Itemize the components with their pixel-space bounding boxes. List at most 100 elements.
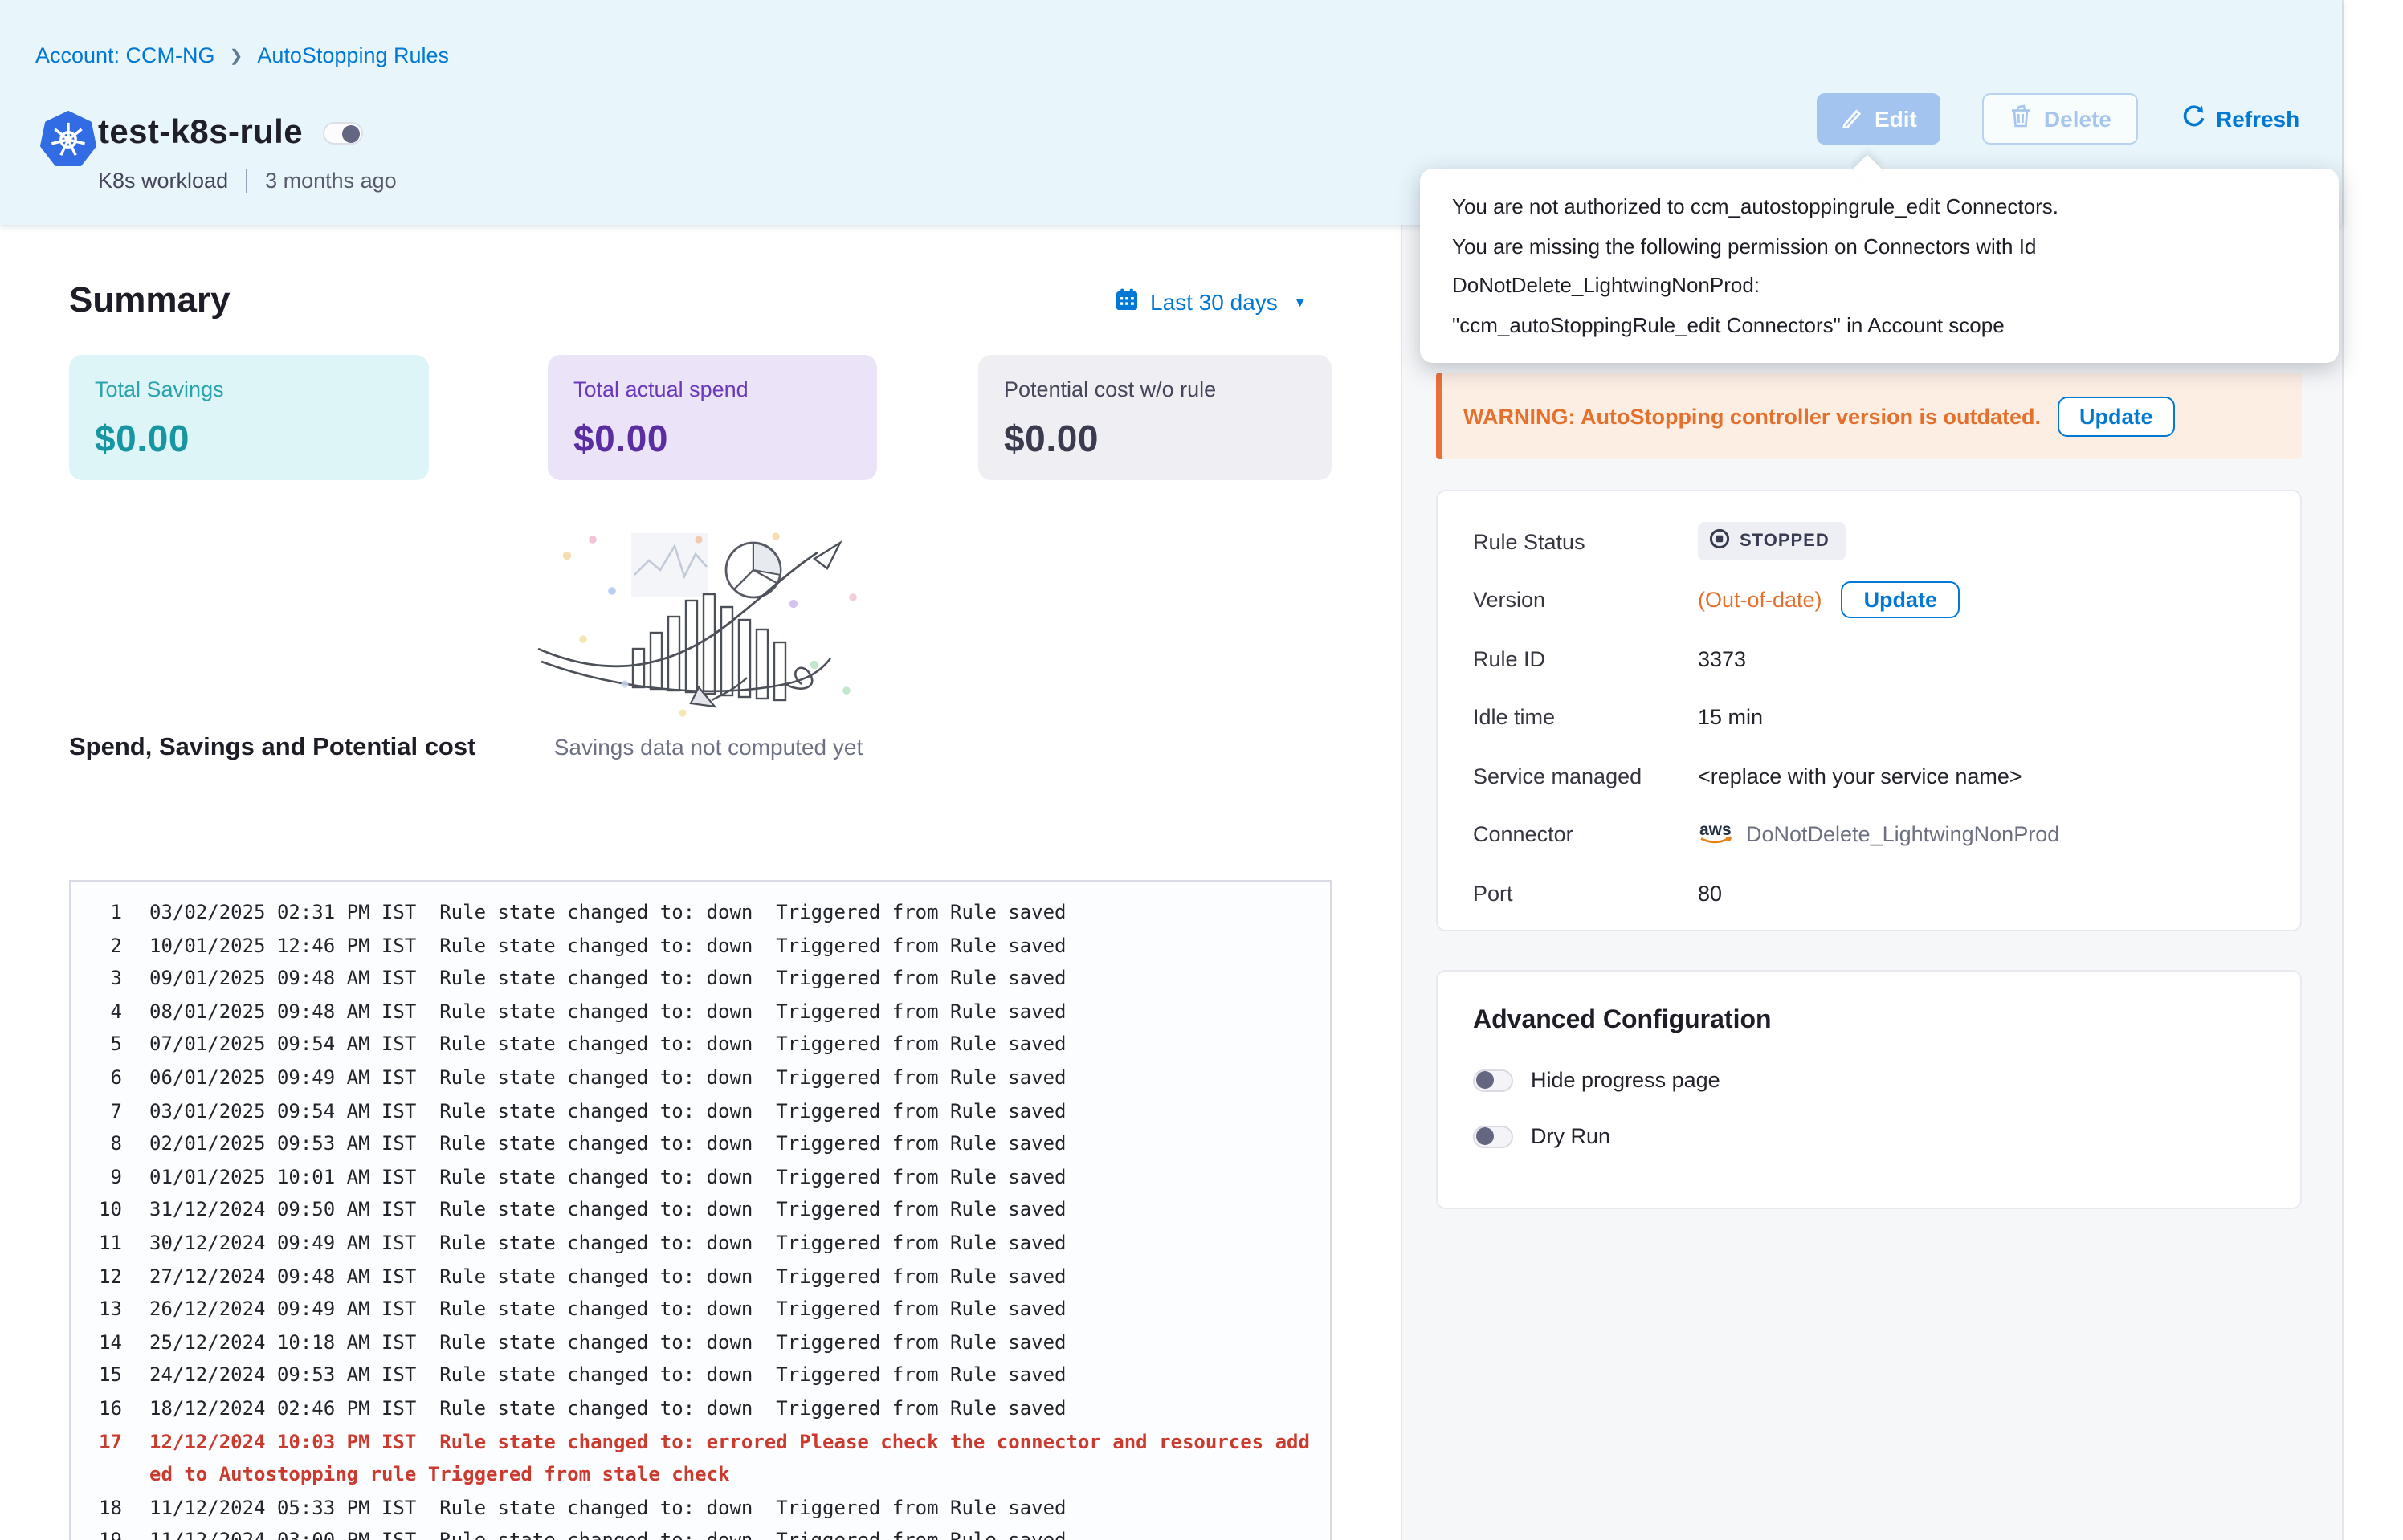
card-label: Potential cost w/o rule — [1004, 377, 1306, 401]
idle-time-value: 15 min — [1698, 705, 1763, 729]
toggle-hide-progress-page[interactable]: Hide progress page — [1473, 1068, 2265, 1092]
divider — [246, 169, 247, 193]
log-line-number: 8 — [87, 1127, 122, 1160]
toggle-dry-run[interactable]: Dry Run — [1473, 1124, 2265, 1148]
log-row: 18 11/12/2024 05:33 PM IST Rule state ch… — [87, 1491, 1311, 1524]
summary-heading: Summary — [69, 279, 231, 321]
page-title: test-k8s-rule — [98, 114, 303, 153]
refresh-button[interactable]: Refresh — [2182, 104, 2299, 133]
log-row: 7 03/01/2025 09:54 AM IST Rule state cha… — [87, 1094, 1311, 1127]
chevron-down-icon: ▼ — [1294, 295, 1307, 309]
log-line-number: 18 — [87, 1491, 122, 1524]
log-line-number: 16 — [87, 1392, 122, 1425]
log-row: 13 26/12/2024 09:49 AM IST Rule state ch… — [87, 1293, 1311, 1326]
log-line-number: 4 — [87, 996, 122, 1029]
tooltip-line: You are not authorized to ccm_autostoppi… — [1452, 188, 2307, 227]
log-row: 10 31/12/2024 09:50 AM IST Rule state ch… — [87, 1194, 1311, 1227]
refresh-icon — [2182, 104, 2206, 133]
service-managed-label: Service managed — [1473, 764, 1698, 788]
toggle-label: Hide progress page — [1531, 1068, 1720, 1092]
card-label: Total actual spend — [573, 377, 851, 401]
toggle-switch[interactable] — [1473, 1125, 1513, 1147]
card-potential-cost: Potential cost w/o rule $0.00 — [978, 355, 1332, 480]
date-range-label: Last 30 days — [1150, 289, 1278, 315]
log-viewer[interactable]: 1 03/02/2025 02:31 PM IST Rule state cha… — [69, 880, 1332, 1540]
log-line-text: 31/12/2024 09:50 AM IST Rule state chang… — [149, 1194, 1311, 1227]
card-total-savings: Total Savings $0.00 — [69, 355, 429, 480]
breadcrumb-autostopping-link[interactable]: AutoStopping Rules — [257, 43, 449, 67]
card-value: $0.00 — [95, 418, 403, 461]
log-line-text: 25/12/2024 10:18 AM IST Rule state chang… — [149, 1326, 1311, 1359]
log-line-number: 1 — [87, 896, 122, 929]
savings-empty-state: Savings data not computed yet — [508, 527, 909, 760]
warning-update-button[interactable]: Update — [2057, 396, 2176, 436]
toggle-switch[interactable] — [1473, 1069, 1513, 1091]
log-line-text: 24/12/2024 09:53 AM IST Rule state chang… — [149, 1359, 1311, 1392]
empty-chart-illustration — [532, 527, 885, 731]
rule-id-value: 3373 — [1698, 646, 1746, 670]
card-value: $0.00 — [573, 418, 851, 461]
log-row: 15 24/12/2024 09:53 AM IST Rule state ch… — [87, 1359, 1311, 1392]
card-label: Total Savings — [95, 377, 403, 401]
log-row: 9 01/01/2025 10:01 AM IST Rule state cha… — [87, 1161, 1311, 1194]
log-line-number: 3 — [87, 962, 122, 995]
page: Account: CCM-NG ❯ AutoStopping Rules — [0, 0, 2403, 1540]
delete-button[interactable]: Delete — [1983, 93, 2139, 145]
log-line-text: 02/01/2025 09:53 AM IST Rule state chang… — [149, 1127, 1311, 1160]
idle-time-label: Idle time — [1473, 705, 1698, 729]
log-line-text: 09/01/2025 09:48 AM IST Rule state chang… — [149, 962, 1311, 995]
rule-status-value: STOPPED — [1740, 532, 1830, 551]
version-status: (Out-of-date) — [1698, 588, 1822, 612]
log-line-number: 11 — [87, 1227, 122, 1260]
rule-status-label: Rule Status — [1473, 529, 1698, 553]
log-row: 4 08/01/2025 09:48 AM IST Rule state cha… — [87, 996, 1311, 1029]
log-line-text: 07/01/2025 09:54 AM IST Rule state chang… — [149, 1029, 1311, 1061]
date-range-select[interactable]: Last 30 days ▼ — [1115, 287, 1307, 316]
log-line-number: 17 — [87, 1425, 122, 1491]
log-line-number: 5 — [87, 1029, 122, 1061]
log-row: 17 12/12/2024 10:03 PM IST Rule state ch… — [87, 1425, 1311, 1491]
log-line-text: 27/12/2024 09:48 AM IST Rule state chang… — [149, 1260, 1311, 1293]
log-line-text: 30/12/2024 09:49 AM IST Rule state chang… — [149, 1227, 1311, 1260]
svg-text:aws: aws — [1699, 820, 1732, 838]
log-line-text: 11/12/2024 05:33 PM IST Rule state chang… — [149, 1491, 1311, 1524]
details-panel: Details WARNING: AutoStopping controller… — [1401, 225, 2342, 1540]
log-line-text: 10/01/2025 12:46 PM IST Rule state chang… — [149, 929, 1311, 962]
rule-type-label: K8s workload — [98, 169, 228, 193]
log-line-number: 6 — [87, 1061, 122, 1094]
log-line-number: 19 — [87, 1525, 122, 1540]
aws-icon: aws — [1698, 818, 1736, 850]
connector-value: DoNotDelete_LightwingNonProd — [1746, 822, 2059, 846]
card-value: $0.00 — [1004, 418, 1306, 461]
log-line-text: 12/12/2024 10:03 PM IST Rule state chang… — [149, 1425, 1311, 1491]
rule-enable-toggle[interactable] — [324, 122, 364, 145]
summary-panel: Summary Last 30 days ▼ Total Savings — [0, 225, 1401, 1540]
log-line-number: 10 — [87, 1194, 122, 1227]
chart-section-heading: Spend, Savings and Potential cost — [69, 734, 475, 763]
summary-cards: Total Savings $0.00 Total actual spend $… — [69, 355, 1332, 480]
chevron-right-icon: ❯ — [230, 47, 243, 65]
breadcrumb-account-link[interactable]: Account: CCM-NG — [35, 43, 215, 67]
edit-button[interactable]: Edit — [1817, 93, 1941, 145]
log-row: 2 10/01/2025 12:46 PM IST Rule state cha… — [87, 929, 1311, 962]
warning-banner: WARNING: AutoStopping controller version… — [1436, 373, 2302, 459]
pencil-icon — [1841, 105, 1863, 132]
trash-icon — [2010, 104, 2033, 133]
header-actions: Edit Delete — [1817, 93, 2299, 145]
log-row: 12 27/12/2024 09:48 AM IST Rule state ch… — [87, 1260, 1311, 1293]
tooltip-line: You are missing the following permission… — [1452, 227, 2307, 306]
title-block: test-k8s-rule K8s workload 3 months ago — [98, 114, 397, 193]
stopped-icon — [1709, 528, 1730, 554]
log-line-number: 13 — [87, 1293, 122, 1326]
version-update-button[interactable]: Update — [1842, 581, 1960, 618]
calendar-icon — [1115, 287, 1139, 316]
log-line-number: 15 — [87, 1359, 122, 1392]
log-row: 8 02/01/2025 09:53 AM IST Rule state cha… — [87, 1127, 1311, 1160]
log-line-number: 7 — [87, 1094, 122, 1127]
rule-status-badge: STOPPED — [1698, 522, 1846, 560]
log-line-text: 26/12/2024 09:49 AM IST Rule state chang… — [149, 1293, 1311, 1326]
log-line-text: 06/01/2025 09:49 AM IST Rule state chang… — [149, 1061, 1311, 1094]
port-label: Port — [1473, 881, 1698, 905]
tooltip-line: "ccm_autoStoppingRule_edit Connectors" i… — [1452, 306, 2307, 345]
log-line-text: 01/01/2025 10:01 AM IST Rule state chang… — [149, 1161, 1311, 1194]
